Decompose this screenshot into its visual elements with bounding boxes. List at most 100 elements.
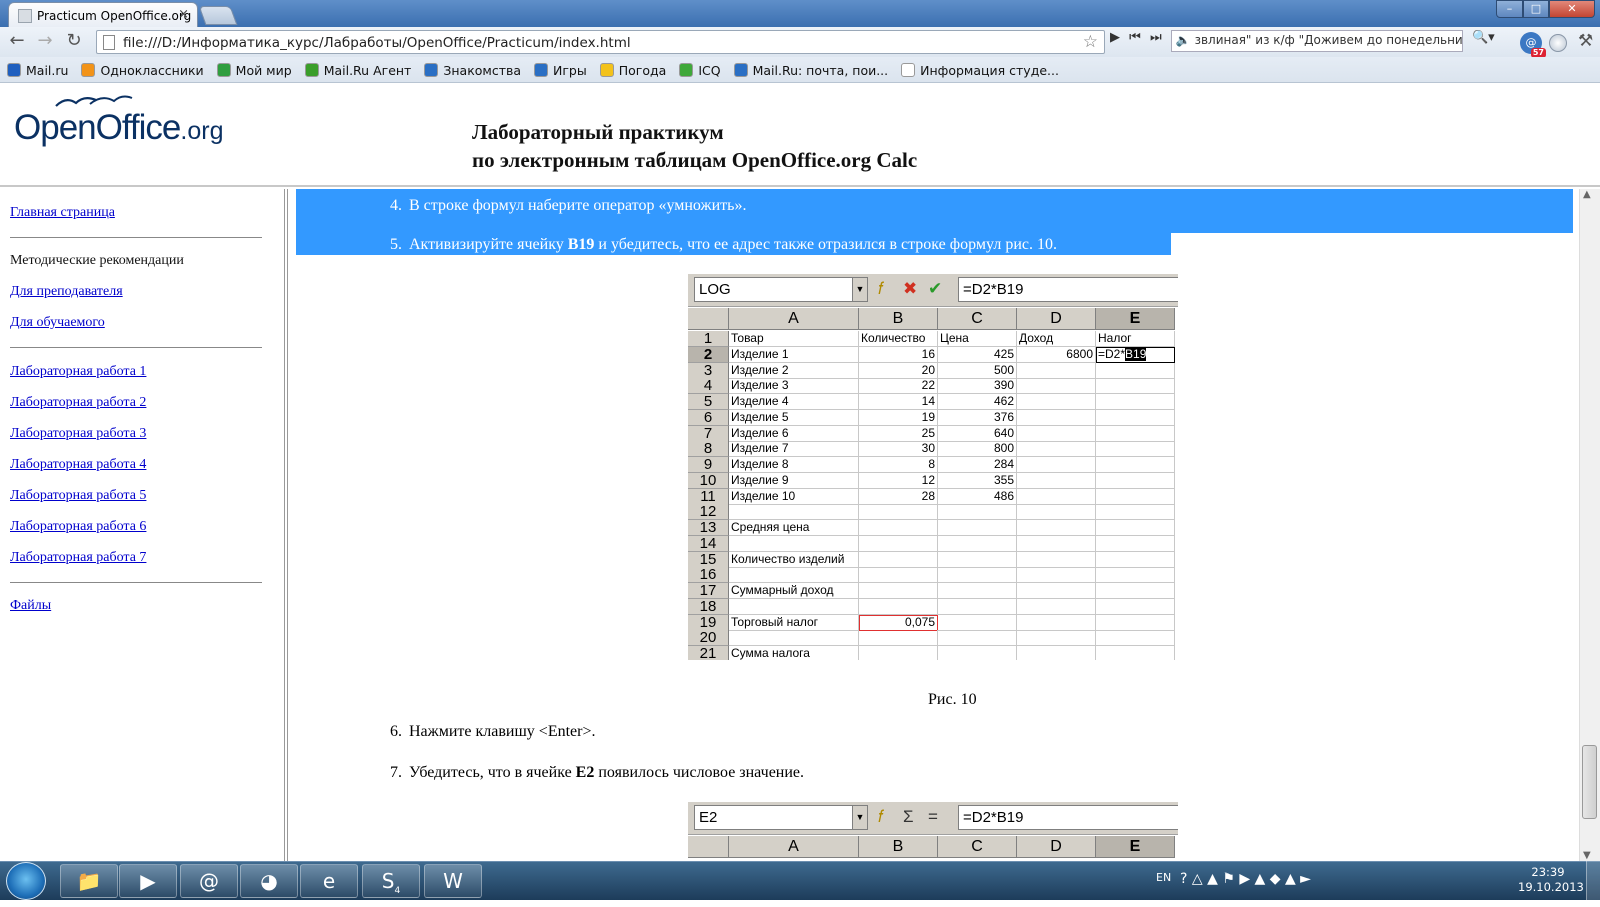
spreadsheet-cell[interactable] — [859, 646, 938, 660]
spreadsheet-cell[interactable] — [1096, 551, 1175, 568]
explorer-taskbar-icon[interactable]: 📁 — [60, 864, 118, 898]
column-header[interactable]: C — [938, 836, 1017, 858]
wrench-menu-icon[interactable]: ⚒ — [1578, 31, 1593, 51]
bookmark-item[interactable]: Мой мир — [216, 63, 292, 78]
spreadsheet-cell[interactable]: Доход — [1017, 331, 1096, 347]
spreadsheet-cell[interactable]: 486 — [938, 488, 1017, 505]
spreadsheet-cell[interactable]: Количество изделий — [729, 551, 859, 568]
accept-icon[interactable]: ✔ — [928, 279, 942, 299]
spreadsheet-cell[interactable] — [1096, 583, 1175, 599]
spreadsheet-cell[interactable]: Изделие 6 — [729, 425, 859, 442]
spreadsheet-cell[interactable]: 22 — [859, 378, 938, 395]
spreadsheet-cell[interactable] — [1017, 394, 1096, 410]
column-header[interactable]: E — [1096, 308, 1175, 330]
spreadsheet-cell[interactable]: Изделие 8 — [729, 457, 859, 473]
row-header[interactable]: 18 — [688, 598, 729, 615]
spreadsheet-cell[interactable] — [1096, 504, 1175, 521]
spreadsheet-cell[interactable] — [1017, 583, 1096, 599]
spreadsheet-cell[interactable] — [938, 567, 1017, 584]
new-tab-button[interactable] — [198, 6, 238, 25]
spreadsheet-cell[interactable]: Изделие 2 — [729, 362, 859, 379]
spreadsheet-cell[interactable]: Изделие 1 — [729, 346, 859, 363]
name-box-dropdown-icon[interactable]: ▼ — [852, 277, 868, 302]
spreadsheet-cell[interactable] — [729, 535, 859, 552]
sidebar-link-lab-1[interactable]: Лабораторная работа 1 — [10, 364, 274, 380]
spreadsheet-cell[interactable] — [938, 535, 1017, 552]
spreadsheet-cell[interactable] — [1096, 567, 1175, 584]
mail-agent-taskbar-icon[interactable]: @ — [180, 864, 238, 898]
name-box[interactable]: LOG — [694, 277, 856, 302]
spreadsheet-cell[interactable] — [1017, 598, 1096, 615]
show-desktop-button[interactable] — [1586, 861, 1600, 900]
spreadsheet-cell[interactable] — [1096, 598, 1175, 615]
close-window-button[interactable]: ✕ — [1549, 0, 1595, 18]
bookmark-item[interactable]: ICQ — [679, 63, 721, 78]
name-box[interactable]: E2 — [694, 805, 856, 830]
spreadsheet-cell[interactable] — [859, 630, 938, 647]
spreadsheet-cell[interactable] — [1017, 535, 1096, 552]
spreadsheet-cell[interactable] — [859, 535, 938, 552]
spreadsheet-cell[interactable] — [1017, 630, 1096, 647]
spreadsheet-cell[interactable]: 390 — [938, 378, 1017, 395]
language-indicator[interactable]: EN — [1156, 871, 1171, 884]
row-header[interactable]: 6 — [688, 409, 729, 426]
spreadsheet-cell[interactable]: 640 — [938, 425, 1017, 442]
sidebar-link-lab-6[interactable]: Лабораторная работа 6 — [10, 519, 274, 535]
spreadsheet-cell[interactable] — [1096, 520, 1175, 536]
skype-taskbar-icon[interactable]: S4 — [362, 864, 420, 898]
spreadsheet-cell[interactable]: 19 — [859, 409, 938, 426]
mail-extension-icon[interactable]: @57 — [1520, 32, 1546, 58]
spreadsheet-cell[interactable]: 14 — [859, 394, 938, 410]
chrome-taskbar-icon[interactable]: ◕ — [240, 864, 298, 898]
spreadsheet-cell[interactable] — [1096, 378, 1175, 395]
row-header[interactable]: 17 — [688, 583, 729, 599]
spreadsheet-cell[interactable] — [1096, 472, 1175, 489]
sum-icon[interactable]: Σ — [903, 807, 914, 827]
cancel-icon[interactable]: ✖ — [903, 279, 917, 299]
active-cell-editing[interactable]: =D2*B19 — [1096, 346, 1175, 363]
column-header[interactable]: D — [1017, 308, 1096, 330]
column-header[interactable]: C — [938, 308, 1017, 330]
spreadsheet-cell[interactable]: 500 — [938, 362, 1017, 379]
spreadsheet-cell[interactable] — [1096, 646, 1175, 660]
spreadsheet-cell[interactable] — [1096, 614, 1175, 631]
spreadsheet-cell[interactable]: Изделие 9 — [729, 472, 859, 489]
spreadsheet-cell[interactable] — [1017, 441, 1096, 458]
tray-icons[interactable]: ? △ ▲ ⚑ ▶ ▲ ◆ ▲ ► — [1180, 871, 1311, 887]
spreadsheet-cell[interactable] — [938, 630, 1017, 647]
spreadsheet-cell[interactable]: 0,075 — [859, 614, 938, 631]
spreadsheet-cell[interactable] — [729, 630, 859, 647]
row-header[interactable]: 7 — [688, 425, 729, 442]
spreadsheet-cell[interactable] — [859, 551, 938, 568]
sidebar-link-lab-4[interactable]: Лабораторная работа 4 — [10, 457, 274, 473]
spreadsheet-cell[interactable]: Изделие 5 — [729, 409, 859, 426]
spreadsheet-cell[interactable]: Суммарный доход — [729, 583, 859, 599]
spreadsheet-cell[interactable] — [1017, 551, 1096, 568]
spreadsheet-cell[interactable] — [729, 504, 859, 521]
column-header[interactable]: B — [859, 836, 938, 858]
row-header[interactable]: 5 — [688, 394, 729, 410]
spreadsheet-cell[interactable] — [1096, 457, 1175, 473]
now-playing-track[interactable]: 🔈 звлиная" из к/ф "Доживем до понедельни… — [1170, 30, 1463, 52]
column-header[interactable]: A — [729, 836, 859, 858]
spreadsheet-cell[interactable] — [859, 504, 938, 521]
spreadsheet-cell[interactable]: Изделие 10 — [729, 488, 859, 505]
spreadsheet-cell[interactable] — [938, 551, 1017, 568]
spreadsheet-cell[interactable]: 25 — [859, 425, 938, 442]
row-header[interactable]: 13 — [688, 520, 729, 536]
tab-close-icon[interactable]: × — [178, 7, 189, 22]
spreadsheet-cell[interactable] — [1096, 394, 1175, 410]
spreadsheet-cell[interactable] — [1017, 425, 1096, 442]
row-header[interactable]: 12 — [688, 504, 729, 521]
search-icon[interactable]: 🔍▾ — [1472, 30, 1495, 45]
spreadsheet-cell[interactable] — [859, 598, 938, 615]
bookmark-item[interactable]: Mail.ru — [7, 63, 68, 78]
spreadsheet-cell[interactable]: Цена — [938, 331, 1017, 347]
row-header[interactable]: 1 — [688, 331, 729, 347]
column-header[interactable]: E — [1096, 836, 1175, 858]
sidebar-link-lab-5[interactable]: Лабораторная работа 5 — [10, 488, 274, 504]
spreadsheet-cell[interactable] — [938, 598, 1017, 615]
browser-tab-active[interactable]: Practicum OpenOffice.org × — [8, 2, 198, 27]
row-header[interactable]: 21 — [688, 646, 729, 660]
sidebar-link-teacher[interactable]: Для преподавателя — [10, 284, 274, 300]
